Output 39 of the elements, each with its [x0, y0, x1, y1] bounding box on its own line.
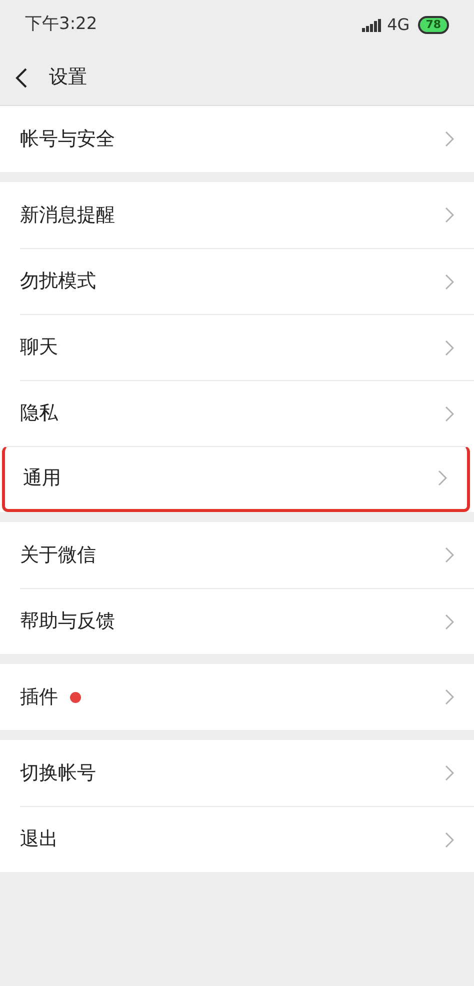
settings-item[interactable]: 帮助与反馈	[20, 588, 474, 654]
settings-item[interactable]: 通用	[2, 446, 470, 512]
chevron-right-icon	[445, 832, 454, 848]
chevron-right-icon	[445, 547, 454, 563]
chevron-right-icon	[445, 689, 454, 705]
item-label: 新消息提醒	[20, 202, 115, 228]
item-label: 勿扰模式	[20, 269, 96, 294]
item-label: 通用	[23, 466, 61, 491]
item-label: 聊天	[20, 335, 58, 360]
item-label: 帮助与反馈	[20, 609, 115, 634]
chevron-right-icon	[445, 207, 454, 223]
chevron-right-icon	[438, 470, 447, 486]
chevron-right-icon	[445, 274, 454, 290]
item-label: 退出	[20, 827, 58, 852]
settings-item[interactable]: 隐私	[20, 380, 474, 446]
settings-item[interactable]: 聊天	[20, 314, 474, 380]
settings-item[interactable]: 退出	[20, 806, 474, 872]
signal-icon	[362, 18, 382, 32]
back-icon[interactable]	[15, 68, 27, 88]
settings-item[interactable]: 帐号与安全	[20, 106, 474, 172]
chevron-right-icon	[445, 131, 454, 147]
item-label: 插件	[20, 684, 58, 710]
item-label: 关于微信	[20, 542, 96, 568]
settings-item[interactable]: 切换帐号	[20, 740, 474, 806]
settings-item[interactable]: 勿扰模式	[20, 248, 474, 314]
settings-item[interactable]: 关于微信	[20, 522, 474, 588]
page-title: 设置	[49, 65, 87, 90]
item-label: 切换帐号	[20, 760, 96, 786]
chevron-right-icon	[445, 406, 454, 422]
chevron-right-icon	[445, 614, 454, 630]
item-label: 隐私	[20, 401, 58, 426]
settings-item[interactable]: 插件	[20, 664, 474, 730]
chevron-right-icon	[445, 765, 454, 781]
item-label: 帐号与安全	[20, 126, 115, 152]
settings-item[interactable]: 新消息提醒	[20, 182, 474, 248]
network-label: 4G	[387, 14, 410, 36]
battery-indicator: 78	[418, 16, 449, 34]
chevron-right-icon	[445, 340, 454, 356]
status-time: 下午3:22	[25, 13, 98, 36]
